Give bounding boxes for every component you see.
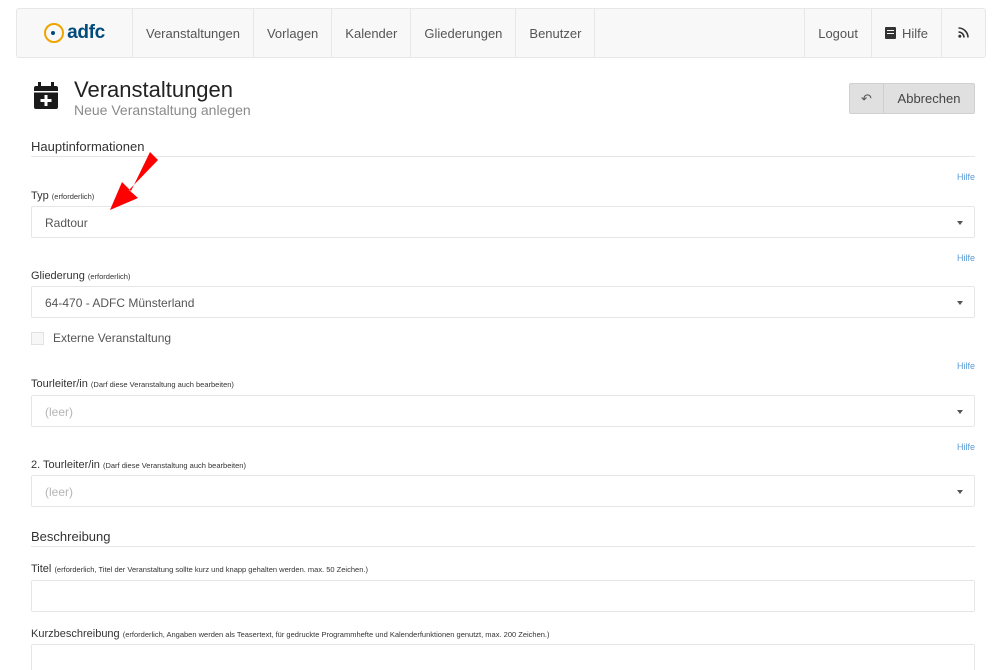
kurzbeschreibung-textarea[interactable] xyxy=(31,644,975,670)
titel-input[interactable] xyxy=(31,580,975,612)
nav-item-kalender[interactable]: Kalender xyxy=(332,9,412,57)
help-link-tourleiter2[interactable]: Hilfe xyxy=(943,442,975,452)
page-subtitle: Neue Veranstaltung anlegen xyxy=(74,102,251,118)
caret-down-icon xyxy=(957,221,963,225)
field-label-kurzbeschreibung: Kurzbeschreibung (erforderlich, Angaben … xyxy=(31,628,550,640)
caret-down-icon xyxy=(957,490,963,494)
kurzbeschreibung-hint: (erforderlich, Angaben werden als Teaser… xyxy=(122,630,550,639)
adfc-logo: adfc xyxy=(44,22,105,44)
externe-veranstaltung-label[interactable]: Externe Veranstaltung xyxy=(53,331,171,345)
tourleiter-select[interactable]: (leer) xyxy=(31,395,975,427)
help-link-gliederung[interactable]: Hilfe xyxy=(943,253,975,263)
nav-item-veranstaltungen[interactable]: Veranstaltungen xyxy=(133,9,254,57)
titel-label: Titel xyxy=(31,563,52,575)
field-label-tourleiter: Tourleiter/in (Darf diese Veranstaltung … xyxy=(31,378,234,390)
caret-down-icon xyxy=(957,410,963,414)
undo-icon: ↶ xyxy=(850,84,884,113)
cancel-button[interactable]: ↶ Abbrechen xyxy=(849,83,975,114)
help-nav-link[interactable]: Hilfe xyxy=(872,9,942,57)
annotation-arrow-icon xyxy=(110,152,158,210)
section-divider xyxy=(31,156,975,157)
tourleiter2-select[interactable]: (leer) xyxy=(31,475,975,507)
field-label-gliederung: Gliederung (erforderlich) xyxy=(31,270,130,282)
nav-item-gliederungen[interactable]: Gliederungen xyxy=(411,9,517,57)
kurzbeschreibung-label: Kurzbeschreibung xyxy=(31,628,120,640)
nav-item-vorlagen[interactable]: Vorlagen xyxy=(254,9,333,57)
help-link-typ[interactable]: Hilfe xyxy=(943,172,975,182)
section-heading-description: Beschreibung xyxy=(31,529,111,544)
tourleiter2-hint: (Darf diese Veranstaltung auch bearbeite… xyxy=(102,461,246,470)
nav-spacer xyxy=(595,9,806,57)
rss-feed-link[interactable] xyxy=(942,9,985,57)
field-label-tourleiter2: 2. Tourleiter/in (Darf diese Veranstaltu… xyxy=(31,459,246,471)
tourleiter-placeholder: (leer) xyxy=(45,405,74,419)
gliederung-select[interactable]: 64-470 - ADFC Münsterland xyxy=(31,286,975,318)
gliederung-label: Gliederung xyxy=(31,270,85,282)
tourleiter2-placeholder: (leer) xyxy=(45,485,74,499)
nav-item-benutzer[interactable]: Benutzer xyxy=(516,9,596,57)
field-label-titel: Titel (erforderlich, Titel der Veranstal… xyxy=(31,563,368,575)
book-icon xyxy=(884,27,896,39)
brand-text: adfc xyxy=(67,22,105,43)
help-nav-label: Hilfe xyxy=(901,25,928,41)
tourleiter-hint: (Darf diese Veranstaltung auch bearbeite… xyxy=(90,380,234,389)
cancel-button-label: Abbrechen xyxy=(897,91,961,106)
tourleiter-label: Tourleiter/in xyxy=(31,378,88,390)
typ-select[interactable]: Radtour xyxy=(31,206,975,238)
field-label-typ: Typ (erforderlich) xyxy=(31,190,94,202)
top-navbar: adfc Veranstaltungen Vorlagen Kalender G… xyxy=(16,8,986,58)
tourleiter2-label: 2. Tourleiter/in xyxy=(31,459,100,471)
externe-veranstaltung-checkbox[interactable] xyxy=(31,332,44,345)
titel-hint: (erforderlich, Titel der Veranstaltung s… xyxy=(54,565,368,574)
typ-select-value: Radtour xyxy=(45,216,88,230)
section-divider xyxy=(31,546,975,547)
gliederung-select-value: 64-470 - ADFC Münsterland xyxy=(45,296,195,310)
help-link-tourleiter[interactable]: Hilfe xyxy=(943,361,975,371)
calendar-plus-icon xyxy=(34,82,58,109)
typ-hint: (erforderlich) xyxy=(51,192,95,201)
rss-icon xyxy=(958,25,969,41)
gliederung-hint: (erforderlich) xyxy=(87,272,131,281)
page-title: Veranstaltungen xyxy=(74,77,234,102)
brand-logo-link[interactable]: adfc xyxy=(17,9,133,57)
adfc-logo-icon xyxy=(44,23,65,43)
logout-link[interactable]: Logout xyxy=(805,9,872,57)
typ-label: Typ xyxy=(31,190,49,202)
caret-down-icon xyxy=(957,301,963,305)
